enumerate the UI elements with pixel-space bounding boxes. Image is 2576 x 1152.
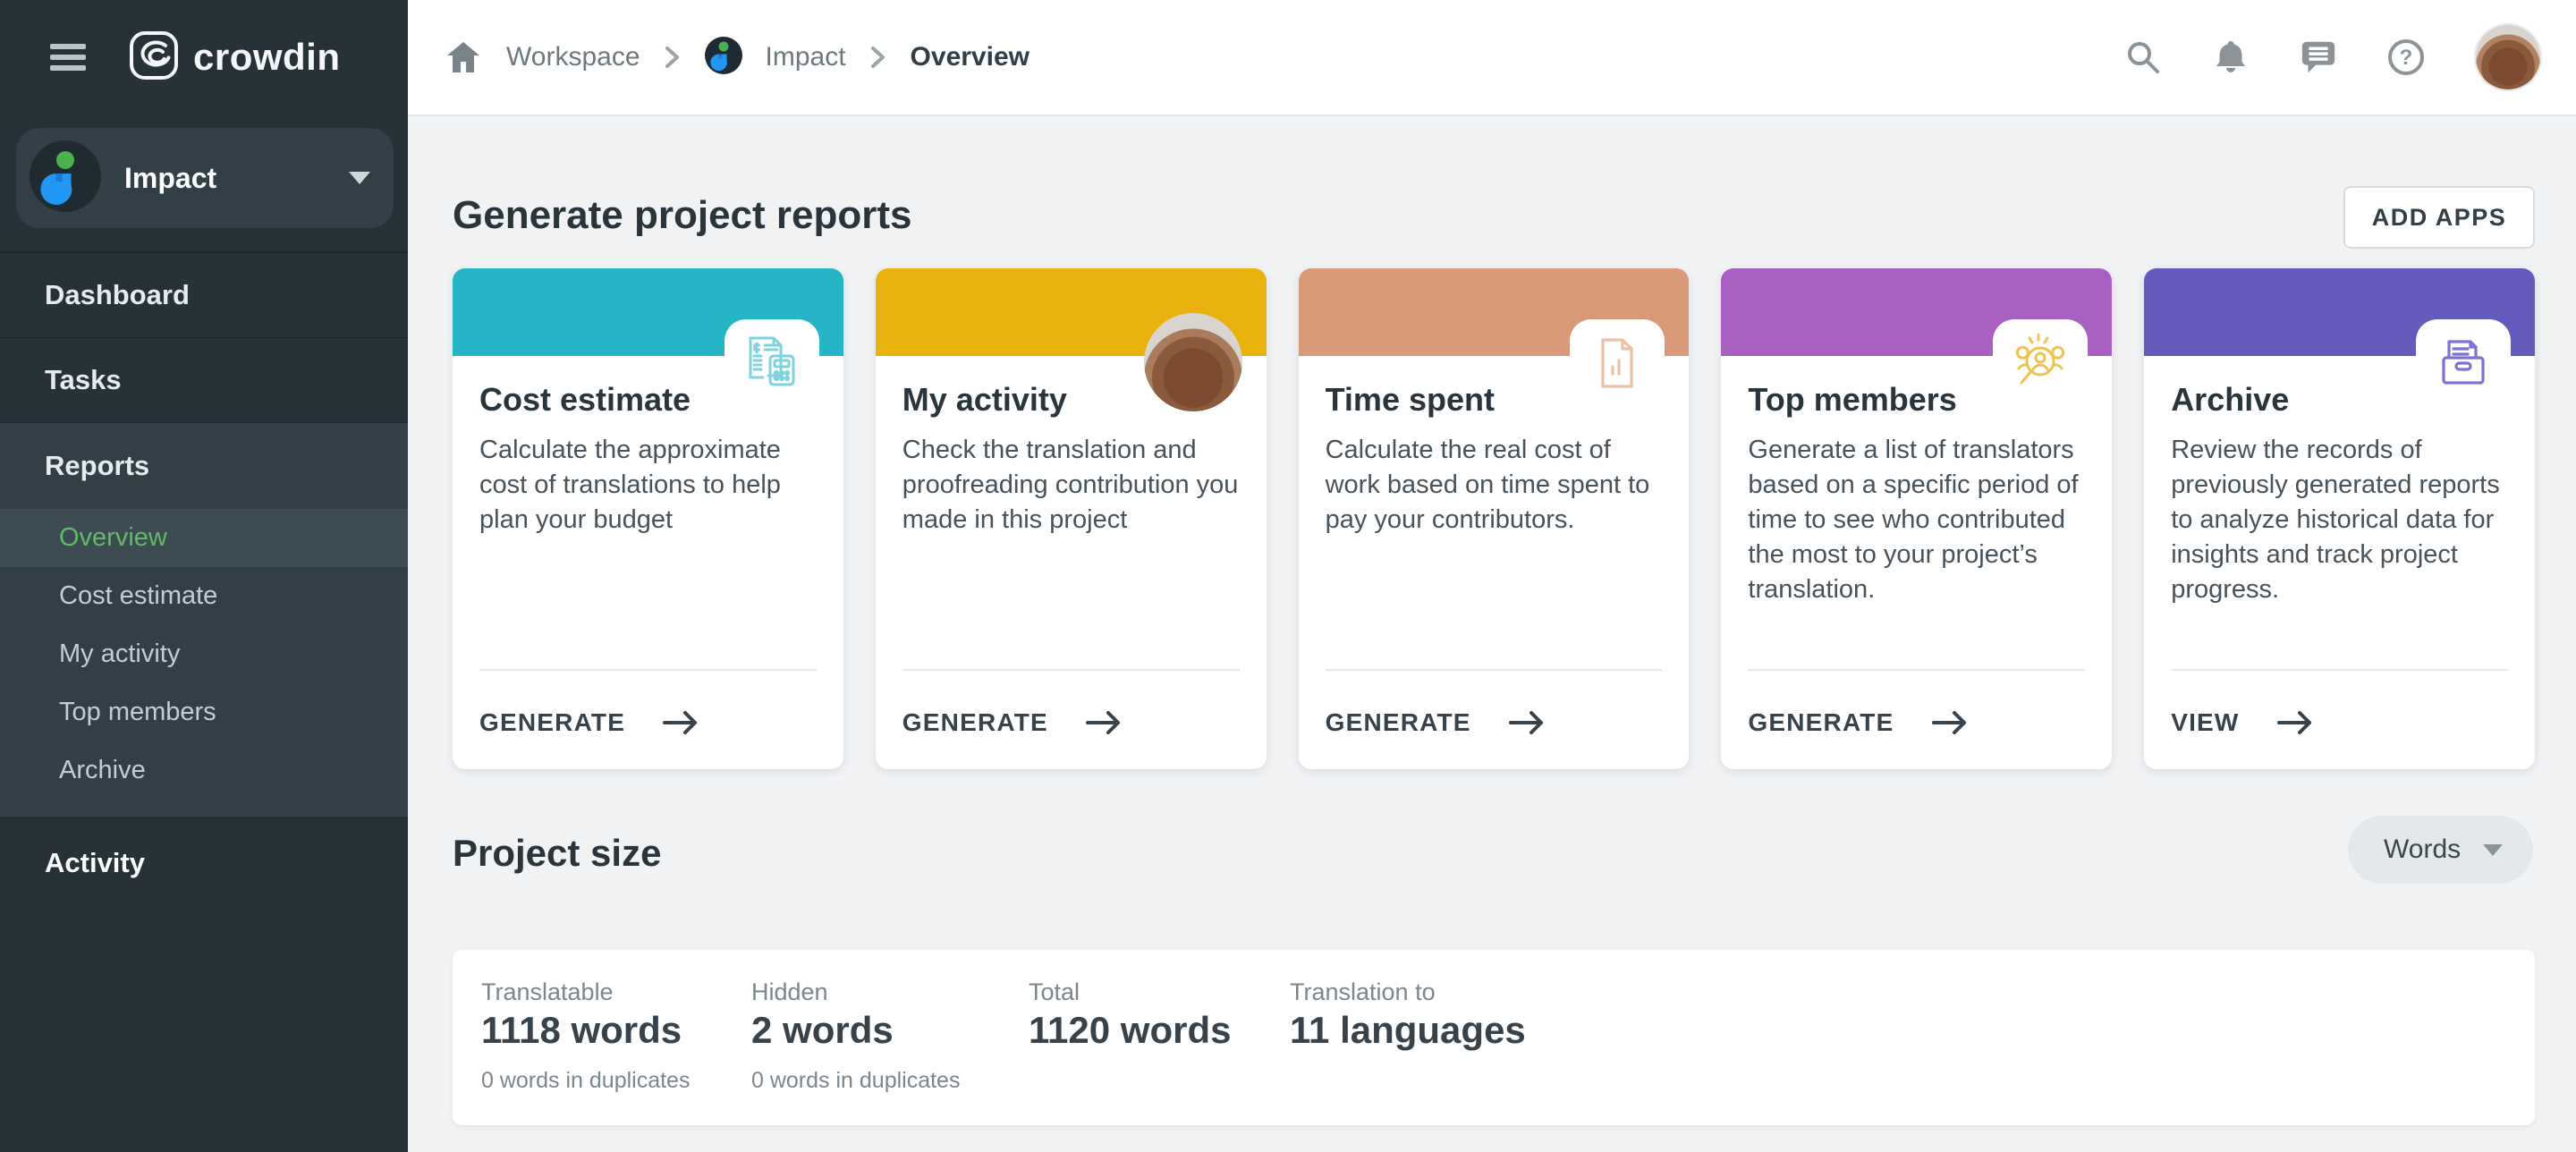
card-description: Review the records of previously generat… (2171, 433, 2510, 607)
help-icon[interactable]: ? (2386, 38, 2426, 77)
chevron-down-icon (349, 172, 370, 184)
generate-my-activity-link[interactable]: GENERATE (902, 703, 1125, 742)
hamburger-menu-icon[interactable] (50, 44, 86, 71)
card-time-spent: Time spent Calculate the real cost of wo… (1299, 268, 1690, 769)
card-title: Cost estimate (479, 381, 691, 419)
sidebar-item-reports[interactable]: Reports (0, 423, 408, 509)
arrow-right-icon (1084, 709, 1125, 736)
sidebar-subitem-my-activity[interactable]: My activity (0, 625, 408, 683)
card-title: Top members (1748, 381, 1956, 419)
brand-wordmark[interactable]: crowdin (193, 36, 341, 79)
card-title: Archive (2171, 381, 2289, 419)
card-my-activity: My activity Check the translation and pr… (876, 268, 1267, 769)
generate-time-spent-link[interactable]: GENERATE (1326, 703, 1548, 742)
brand-row: crowdin (0, 0, 408, 114)
breadcrumb-project[interactable]: Impact (766, 42, 846, 72)
sidebar-subitem-cost-estimate[interactable]: Cost estimate (0, 567, 408, 625)
search-icon[interactable] (2123, 38, 2163, 77)
card-divider (902, 669, 1240, 671)
report-cards: Cost estimate Calculate the approximate … (453, 268, 2535, 769)
card-cost-estimate: Cost estimate Calculate the approximate … (453, 268, 843, 769)
sidebar-nav: Dashboard Tasks Reports Overview Cost es… (0, 253, 408, 908)
crowdin-logo-icon (129, 30, 179, 85)
project-logo-icon (30, 140, 101, 216)
chevron-down-icon (2483, 844, 2503, 856)
card-divider (1326, 669, 1663, 671)
invoice-calculator-icon (740, 331, 804, 395)
sidebar-subitem-archive[interactable]: Archive (0, 741, 408, 800)
sidebar-section-reports: Reports Overview Cost estimate My activi… (0, 423, 408, 818)
unit-selector-dropdown[interactable]: Words (2348, 816, 2533, 884)
archive-box-icon (2431, 331, 2496, 395)
view-archive-link[interactable]: VIEW (2171, 703, 2316, 742)
page-title: Generate project reports (453, 193, 912, 238)
arrow-right-icon (661, 709, 702, 736)
chat-icon[interactable] (2299, 38, 2338, 77)
card-divider (1748, 669, 2085, 671)
project-size-panel: Translatable 1118 words 0 words in dupli… (453, 950, 2535, 1125)
sidebar: crowdin Impact Dashboard Tasks (0, 0, 408, 1152)
user-photo-avatar (1144, 313, 1242, 411)
project-selector[interactable]: Impact (16, 128, 394, 228)
card-description: Calculate the approximate cost of transl… (479, 433, 818, 538)
bell-icon[interactable] (2211, 38, 2250, 77)
sidebar-subitem-overview[interactable]: Overview (0, 509, 408, 567)
card-top-members: Top members Generate a list of translato… (1721, 268, 2112, 769)
project-selector-name: Impact (124, 162, 349, 195)
breadcrumb: Workspace Impact Overview (444, 0, 1030, 114)
topbar: Workspace Impact Overview (408, 0, 2576, 116)
card-description: Check the translation and proofreading c… (902, 433, 1241, 538)
card-title: My activity (902, 381, 1067, 419)
arrow-right-icon (1507, 709, 1548, 736)
sidebar-item-tasks[interactable]: Tasks (0, 338, 408, 423)
members-magnifier-icon (2008, 331, 2072, 395)
add-apps-button[interactable]: ADD APPS (2343, 186, 2535, 249)
breadcrumb-project-logo (705, 37, 742, 79)
generate-cost-estimate-link[interactable]: GENERATE (479, 703, 702, 742)
user-avatar[interactable] (2474, 23, 2542, 91)
card-archive: Archive Review the records of previously… (2144, 268, 2535, 769)
card-title: Time spent (1326, 381, 1495, 419)
project-size-heading: Project size (453, 832, 661, 875)
sidebar-item-dashboard[interactable]: Dashboard (0, 253, 408, 338)
arrow-right-icon (1930, 709, 1971, 736)
card-divider (479, 669, 817, 671)
time-report-document-icon (1585, 331, 1649, 395)
generate-top-members-link[interactable]: GENERATE (1748, 703, 1970, 742)
home-icon[interactable] (444, 38, 483, 77)
svg-text:?: ? (2400, 46, 2413, 70)
card-description: Generate a list of translators based on … (1748, 433, 2087, 607)
chevron-right-icon (664, 43, 682, 72)
topbar-actions: ? (2123, 0, 2542, 114)
crowdin-app: Workspace Impact Overview (0, 0, 2576, 1152)
chevron-right-icon (869, 43, 887, 72)
unit-selector-value: Words (2384, 834, 2483, 865)
sidebar-item-activity[interactable]: Activity (0, 818, 408, 908)
arrow-right-icon (2275, 709, 2317, 736)
breadcrumb-workspace[interactable]: Workspace (506, 42, 640, 72)
breadcrumb-current-page: Overview (911, 42, 1030, 72)
sidebar-subitem-top-members[interactable]: Top members (0, 683, 408, 741)
card-description: Calculate the real cost of work based on… (1326, 433, 1665, 538)
card-divider (2171, 669, 2508, 671)
